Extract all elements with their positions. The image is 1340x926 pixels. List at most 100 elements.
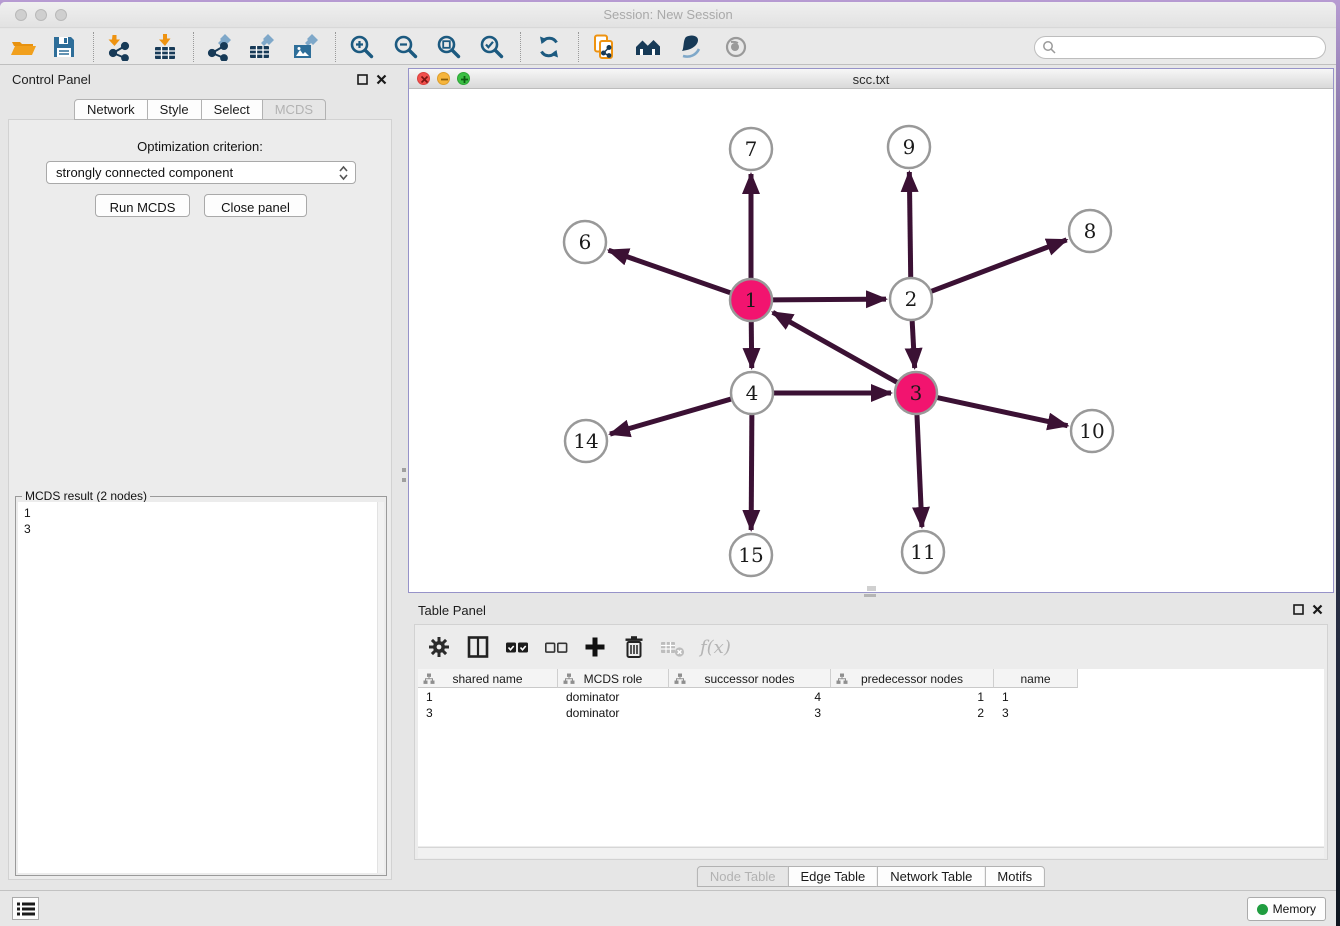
graph-node-label: 11 [910, 540, 935, 564]
tab-network[interactable]: Network [74, 99, 148, 120]
duplicate-network-icon[interactable] [589, 33, 619, 61]
status-bar: Memory [0, 890, 1336, 926]
graph-node-4[interactable]: 4 [731, 372, 773, 414]
table-row[interactable]: 3dominator323 [418, 705, 1078, 721]
graph-node-label: 4 [746, 381, 759, 405]
column-header-shared-name[interactable]: shared name [418, 669, 558, 688]
show-panels-button[interactable] [12, 897, 39, 920]
add-row-icon[interactable] [581, 633, 609, 661]
table-cell[interactable]: dominator [558, 705, 669, 721]
table-cell[interactable]: 1 [831, 689, 994, 705]
eye-icon [721, 33, 751, 61]
tab-network-table[interactable]: Network Table [877, 866, 985, 887]
style-brush-icon[interactable] [676, 33, 706, 61]
graph-node-15[interactable]: 15 [730, 534, 772, 576]
table-cell[interactable]: 3 [418, 705, 558, 721]
tab-select[interactable]: Select [201, 99, 263, 120]
column-header-successor-nodes[interactable]: successor nodes [669, 669, 831, 688]
graph-node-1[interactable]: 1 [730, 279, 772, 321]
search-field[interactable] [1034, 36, 1326, 59]
tab-node-table[interactable]: Node Table [697, 866, 789, 887]
window-title: Session: New Session [0, 7, 1336, 22]
graph-node-6[interactable]: 6 [564, 221, 606, 263]
table-row[interactable]: 1dominator411 [418, 689, 1078, 705]
deselect-all-icon[interactable] [542, 633, 570, 661]
table-cell[interactable]: 1 [994, 689, 1078, 705]
float-panel-icon[interactable] [357, 72, 368, 83]
graph-node-2[interactable]: 2 [890, 278, 932, 320]
houses-icon[interactable] [633, 33, 663, 61]
table-cell[interactable]: 2 [831, 705, 994, 721]
graph-node-3[interactable]: 3 [895, 372, 937, 414]
tab-edge-table[interactable]: Edge Table [787, 866, 878, 887]
tab-motifs[interactable]: Motifs [984, 866, 1045, 887]
horizontal-splitter-grip[interactable] [864, 594, 876, 597]
save-session-icon[interactable] [49, 33, 79, 61]
import-network-icon[interactable] [103, 33, 133, 61]
graph-edge-3-10[interactable] [937, 397, 1068, 425]
export-image-icon[interactable] [290, 33, 320, 61]
select-all-icon[interactable] [503, 633, 531, 661]
graph-edge-4-14[interactable] [610, 399, 732, 434]
table-horizontal-scrollbar[interactable] [418, 847, 1324, 858]
table-cell[interactable]: 3 [669, 705, 831, 721]
graph-edge-1-2[interactable] [772, 299, 886, 300]
toolbar-separator [578, 32, 579, 62]
graph-edge-2-8[interactable] [931, 240, 1067, 292]
import-table-icon[interactable] [150, 33, 180, 61]
network-resize-grip[interactable] [867, 586, 876, 591]
column-header-MCDS-role[interactable]: MCDS role [558, 669, 669, 688]
graph-node-10[interactable]: 10 [1071, 410, 1113, 452]
close-panel-button[interactable]: Close panel [204, 194, 307, 217]
graph-edge-4-15[interactable] [751, 414, 752, 530]
open-session-icon[interactable] [8, 33, 38, 61]
column-header-predecessor-nodes[interactable]: predecessor nodes [831, 669, 994, 688]
table-close-panel-icon[interactable] [1312, 602, 1323, 613]
run-mcds-button[interactable]: Run MCDS [95, 194, 190, 217]
table-cell[interactable]: dominator [558, 689, 669, 705]
toolbar-separator [193, 32, 194, 62]
table-cell[interactable]: 1 [418, 689, 558, 705]
table-cell[interactable]: 3 [994, 705, 1078, 721]
zoom-out-icon[interactable] [391, 33, 421, 61]
graph-edge-2-9[interactable] [909, 172, 910, 278]
graph-node-9[interactable]: 9 [888, 126, 930, 168]
table-panel-title: Table Panel [418, 603, 486, 618]
show-columns-icon[interactable] [464, 633, 492, 661]
zoom-selected-icon[interactable] [477, 33, 507, 61]
refresh-layout-icon[interactable] [534, 33, 564, 61]
export-table-icon[interactable] [246, 33, 276, 61]
graph-node-11[interactable]: 11 [902, 531, 944, 573]
graph-node-14[interactable]: 14 [565, 420, 607, 462]
graph-node-8[interactable]: 8 [1069, 210, 1111, 252]
list-icon [16, 901, 36, 917]
zoom-fit-icon[interactable] [434, 33, 464, 61]
network-canvas[interactable]: 7 9 6 8 1 2 4 3 14 10 15 11 [409, 89, 1333, 592]
search-input[interactable] [1057, 38, 1325, 57]
memory-button[interactable]: Memory [1247, 897, 1326, 921]
graph-edge-3-1[interactable] [773, 312, 898, 382]
mcds-result-scrollbar[interactable] [377, 502, 384, 873]
mcds-result-text[interactable]: 13 [18, 502, 384, 873]
tab-mcds[interactable]: MCDS [262, 99, 326, 120]
graph-edge-3-11[interactable] [917, 414, 922, 527]
network-canvas-svg: 7 9 6 8 1 2 4 3 14 10 15 11 [409, 89, 1333, 592]
tab-style[interactable]: Style [147, 99, 202, 120]
select-stepper-icon [338, 165, 349, 184]
close-panel-icon[interactable] [376, 72, 387, 83]
zoom-in-icon[interactable] [347, 33, 377, 61]
table-float-panel-icon[interactable] [1293, 602, 1304, 613]
graph-edge-1-4[interactable] [751, 321, 752, 368]
table-cell[interactable]: 4 [669, 689, 831, 705]
criterion-select[interactable]: strongly connected component [46, 161, 356, 184]
delete-row-icon[interactable] [620, 633, 648, 661]
column-header-name[interactable]: name [994, 669, 1078, 688]
column-header-label: shared name [452, 672, 522, 686]
graph-edge-1-6[interactable] [609, 250, 732, 293]
graph-node-7[interactable]: 7 [730, 128, 772, 170]
vertical-splitter-grip[interactable] [402, 468, 406, 482]
graph-edge-2-3[interactable] [912, 320, 915, 368]
control-panel-title: Control Panel [12, 72, 91, 87]
export-network-icon[interactable] [203, 33, 233, 61]
settings-gear-icon[interactable] [425, 633, 453, 661]
